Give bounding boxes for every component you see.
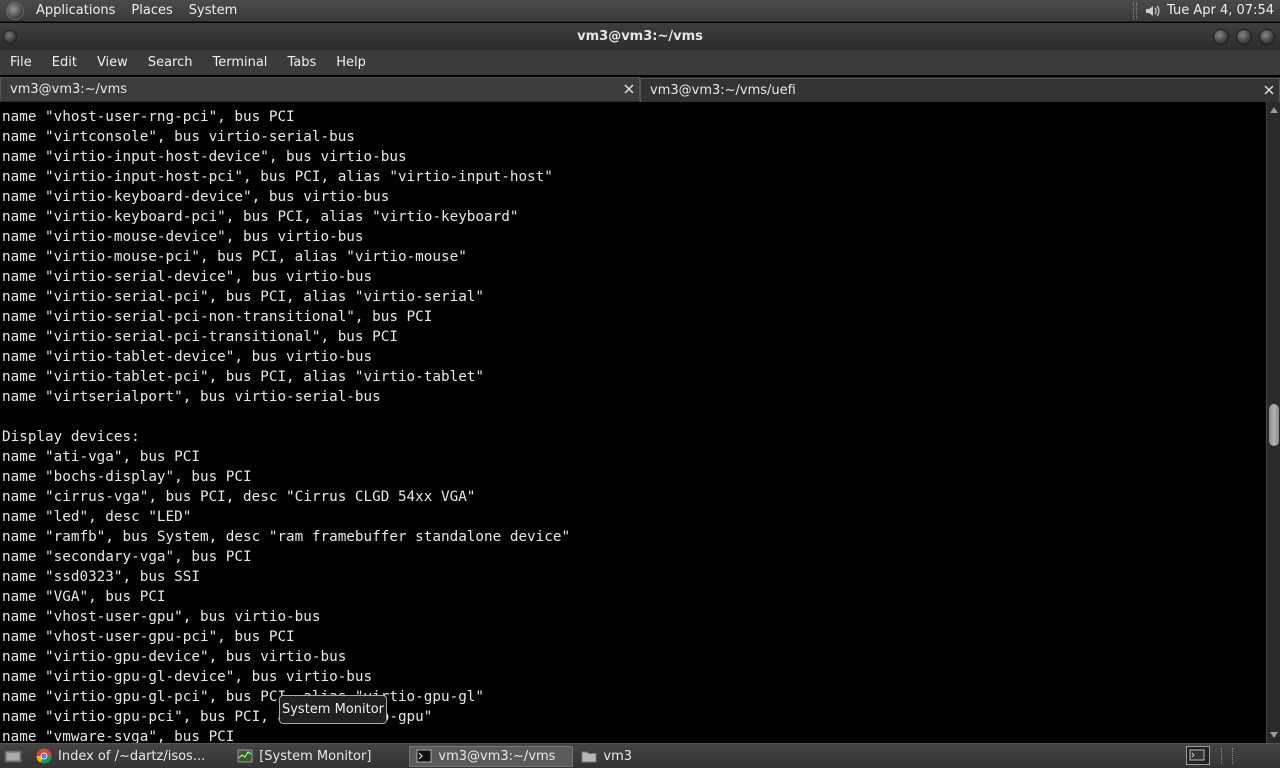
terminal-line: name "vhost-user-gpu", bus virtio-bus bbox=[2, 609, 321, 625]
panel-grip bbox=[1232, 748, 1242, 764]
folder-icon bbox=[581, 748, 597, 764]
menu-file[interactable]: File bbox=[0, 55, 42, 70]
taskbar-label: Index of /~dartz/isos... bbox=[58, 748, 206, 764]
minimize-button[interactable] bbox=[1213, 29, 1229, 45]
menu-search[interactable]: Search bbox=[138, 55, 203, 70]
bottom-panel: Index of /~dartz/isos... [System Monitor… bbox=[0, 743, 1280, 768]
terminal-line: name "virtio-gpu-device", bus virtio-bus bbox=[2, 649, 347, 665]
taskbar-item-terminal[interactable]: vm3@vm3:~/vms bbox=[409, 745, 574, 767]
terminal-lines: name "vhost-user-rng-pci", bus PCI name "… bbox=[2, 107, 570, 743]
menu-terminal[interactable]: Terminal bbox=[202, 55, 277, 70]
menu-bar: File Edit View Search Terminal Tabs Help bbox=[0, 50, 1280, 75]
taskbar-label: vm3 bbox=[603, 748, 633, 764]
terminal-line: name "virtio-input-host-device", bus vir… bbox=[2, 149, 407, 165]
tab-vms-uefi[interactable]: vm3@vm3:~/vms/uefi bbox=[640, 78, 1280, 102]
tab-vms[interactable]: vm3@vm3:~/vms bbox=[0, 77, 640, 101]
terminal-line: name "virtio-serial-device", bus virtio-… bbox=[2, 269, 373, 285]
window-menu-button[interactable] bbox=[3, 30, 17, 44]
maximize-button[interactable] bbox=[1236, 29, 1252, 45]
close-window-button[interactable] bbox=[1259, 29, 1275, 45]
tab-label: vm3@vm3:~/vms/uefi bbox=[650, 83, 796, 98]
close-tab-icon[interactable] bbox=[1262, 83, 1276, 97]
system-menu[interactable]: System bbox=[181, 3, 245, 18]
window-title-bar[interactable]: vm3@vm3:~/vms bbox=[0, 23, 1280, 50]
volume-icon[interactable] bbox=[1143, 2, 1161, 20]
taskbar-label: [System Monitor] bbox=[259, 748, 372, 764]
terminal-line: name "virtio-serial-pci-transitional", b… bbox=[2, 329, 398, 345]
chrome-icon bbox=[36, 748, 52, 764]
terminal-line: name "virtio-input-host-pci", bus PCI, a… bbox=[2, 169, 553, 185]
tab-bar: vm3@vm3:~/vms vm3@vm3:~/vms/uefi bbox=[0, 77, 1280, 102]
taskbar-item-chrome[interactable]: Index of /~dartz/isos... bbox=[30, 746, 211, 767]
terminal-line: name "cirrus-vga", bus PCI, desc "Cirrus… bbox=[2, 489, 476, 505]
terminal-line: name "vhost-user-gpu-pci", bus PCI bbox=[2, 629, 295, 645]
taskbar-item-system-monitor[interactable]: [System Monitor] bbox=[231, 746, 377, 767]
places-menu[interactable]: Places bbox=[123, 3, 180, 18]
system-monitor-icon bbox=[237, 748, 253, 764]
terminal-line: name "virtio-tablet-pci", bus PCI, alias… bbox=[2, 369, 485, 385]
terminal-line: name "virtio-keyboard-device", bus virti… bbox=[2, 189, 390, 205]
panel-grip bbox=[1133, 2, 1138, 19]
terminal-line: name "secondary-vga", bus PCI bbox=[2, 549, 252, 565]
menu-tabs[interactable]: Tabs bbox=[277, 55, 326, 70]
close-tab-icon[interactable] bbox=[622, 82, 636, 96]
gnome-foot-icon[interactable] bbox=[6, 1, 24, 20]
terminal-line: name "virtio-tablet-device", bus virtio-… bbox=[2, 349, 373, 365]
terminal-scrollbar[interactable] bbox=[1266, 102, 1280, 743]
terminal-line: name "bochs-display", bus PCI bbox=[2, 469, 252, 485]
top-panel: Applications Places System Tue Apr 4, 07… bbox=[0, 0, 1280, 22]
scroll-down-icon[interactable] bbox=[1267, 729, 1280, 741]
menu-view[interactable]: View bbox=[87, 55, 138, 70]
terminal-line: name "ramfb", bus System, desc "ram fram… bbox=[2, 529, 571, 545]
terminal-line: name "virtio-keyboard-pci", bus PCI, ali… bbox=[2, 209, 519, 225]
terminal-line: name "led", desc "LED" bbox=[2, 509, 192, 525]
terminal-icon bbox=[416, 748, 432, 764]
terminal-line: name "VGA", bus PCI bbox=[2, 589, 166, 605]
workspace-switcher[interactable] bbox=[1186, 746, 1210, 765]
menu-help[interactable]: Help bbox=[326, 55, 376, 70]
terminal-line: name "ati-vga", bus PCI bbox=[2, 449, 200, 465]
show-desktop-icon[interactable] bbox=[4, 748, 22, 764]
terminal-line: name "virtserialport", bus virtio-serial… bbox=[2, 389, 381, 405]
clock[interactable]: Tue Apr 4, 07:54 bbox=[1167, 3, 1274, 18]
terminal-line: name "ssd0323", bus SSI bbox=[2, 569, 200, 585]
scrollbar-thumb[interactable] bbox=[1269, 404, 1279, 446]
terminal-line: name "virtconsole", bus virtio-serial-bu… bbox=[2, 129, 355, 145]
terminal-line: name "virtio-mouse-pci", bus PCI, alias … bbox=[2, 249, 467, 265]
terminal-line: name "virtio-mouse-device", bus virtio-b… bbox=[2, 229, 364, 245]
panel-grip bbox=[1221, 748, 1224, 764]
scroll-up-icon[interactable] bbox=[1267, 104, 1280, 116]
terminal-output[interactable]: name "vhost-user-rng-pci", bus PCI name "… bbox=[0, 102, 1266, 743]
tooltip: System Monitor bbox=[279, 695, 387, 724]
terminal-line: Display devices: bbox=[2, 429, 140, 445]
tab-label: vm3@vm3:~/vms bbox=[10, 82, 128, 97]
terminal-line: name "virtio-serial-pci-non-transitional… bbox=[2, 309, 433, 325]
taskbar-label: vm3@vm3:~/vms bbox=[438, 748, 556, 764]
window-title: vm3@vm3:~/vms bbox=[577, 29, 703, 44]
terminal-line: name "virtio-gpu-gl-device", bus virtio-… bbox=[2, 669, 373, 685]
taskbar-item-folder[interactable]: vm3 bbox=[575, 746, 638, 767]
menu-edit[interactable]: Edit bbox=[42, 55, 87, 70]
terminal-line: name "virtio-serial-pci", bus PCI, alias… bbox=[2, 289, 485, 305]
terminal-line: name "vmware-svga", bus PCI bbox=[2, 729, 235, 743]
terminal-line: name "vhost-user-rng-pci", bus PCI bbox=[2, 109, 295, 125]
applications-menu[interactable]: Applications bbox=[28, 3, 123, 18]
